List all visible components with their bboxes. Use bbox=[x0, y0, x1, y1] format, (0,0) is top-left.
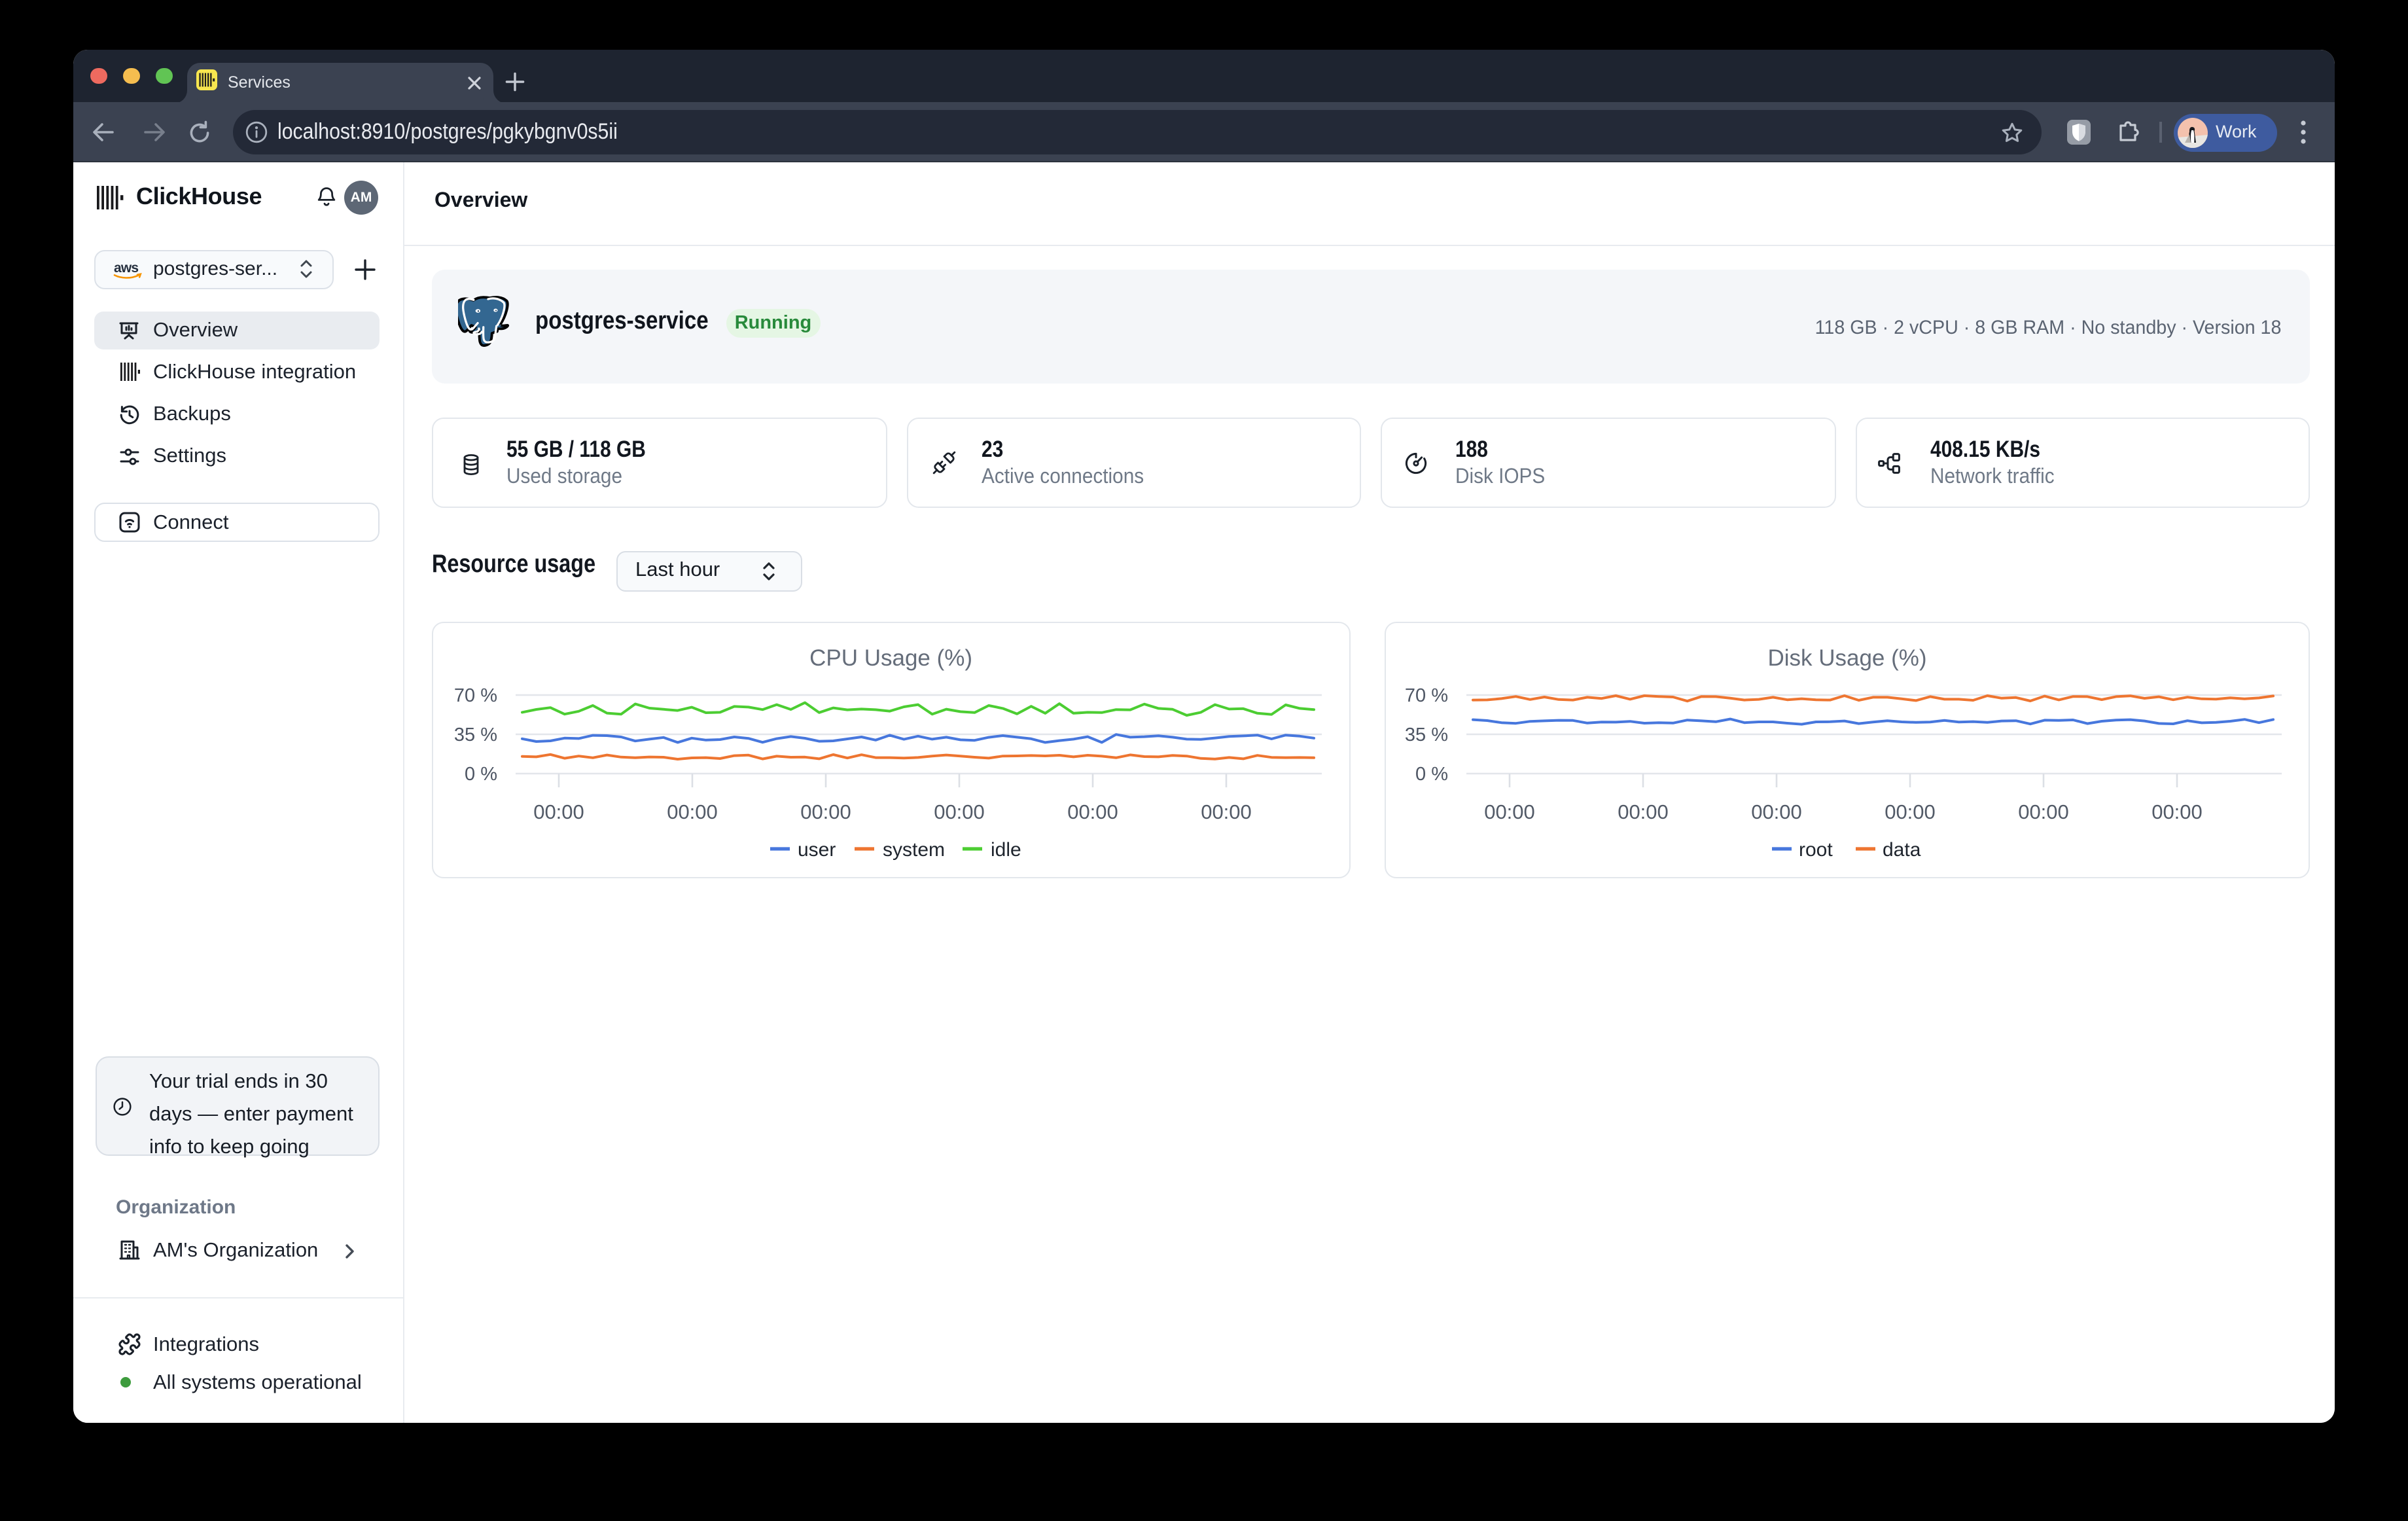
svg-text:00:00: 00:00 bbox=[2151, 800, 2203, 823]
svg-text:0 %: 0 % bbox=[465, 763, 497, 784]
svg-text:00:00: 00:00 bbox=[800, 800, 851, 823]
svg-text:aws: aws bbox=[114, 260, 138, 275]
svg-text:user: user bbox=[798, 838, 836, 860]
svg-text:00:00: 00:00 bbox=[934, 800, 985, 823]
svg-text:35 %: 35 % bbox=[454, 724, 497, 745]
svg-text:00:00: 00:00 bbox=[1885, 800, 1936, 823]
svg-text:data: data bbox=[1883, 838, 1921, 860]
svg-text:00:00: 00:00 bbox=[1484, 800, 1535, 823]
svg-text:system: system bbox=[883, 838, 945, 860]
svg-text:00:00: 00:00 bbox=[533, 800, 584, 823]
svg-text:70 %: 70 % bbox=[454, 685, 497, 706]
svg-text:00:00: 00:00 bbox=[2018, 800, 2069, 823]
svg-text:Disk Usage (%): Disk Usage (%) bbox=[1767, 645, 1926, 670]
svg-text:0 %: 0 % bbox=[1415, 763, 1448, 784]
svg-text:70 %: 70 % bbox=[1405, 685, 1448, 706]
svg-text:00:00: 00:00 bbox=[1201, 800, 1252, 823]
svg-text:00:00: 00:00 bbox=[1751, 800, 1802, 823]
svg-text:00:00: 00:00 bbox=[1618, 800, 1669, 823]
svg-text:00:00: 00:00 bbox=[667, 800, 718, 823]
svg-text:root: root bbox=[1799, 838, 1833, 860]
svg-text:35 %: 35 % bbox=[1405, 724, 1448, 745]
svg-text:idle: idle bbox=[991, 838, 1021, 860]
svg-text:00:00: 00:00 bbox=[1067, 800, 1118, 823]
svg-text:CPU Usage (%): CPU Usage (%) bbox=[809, 645, 972, 670]
